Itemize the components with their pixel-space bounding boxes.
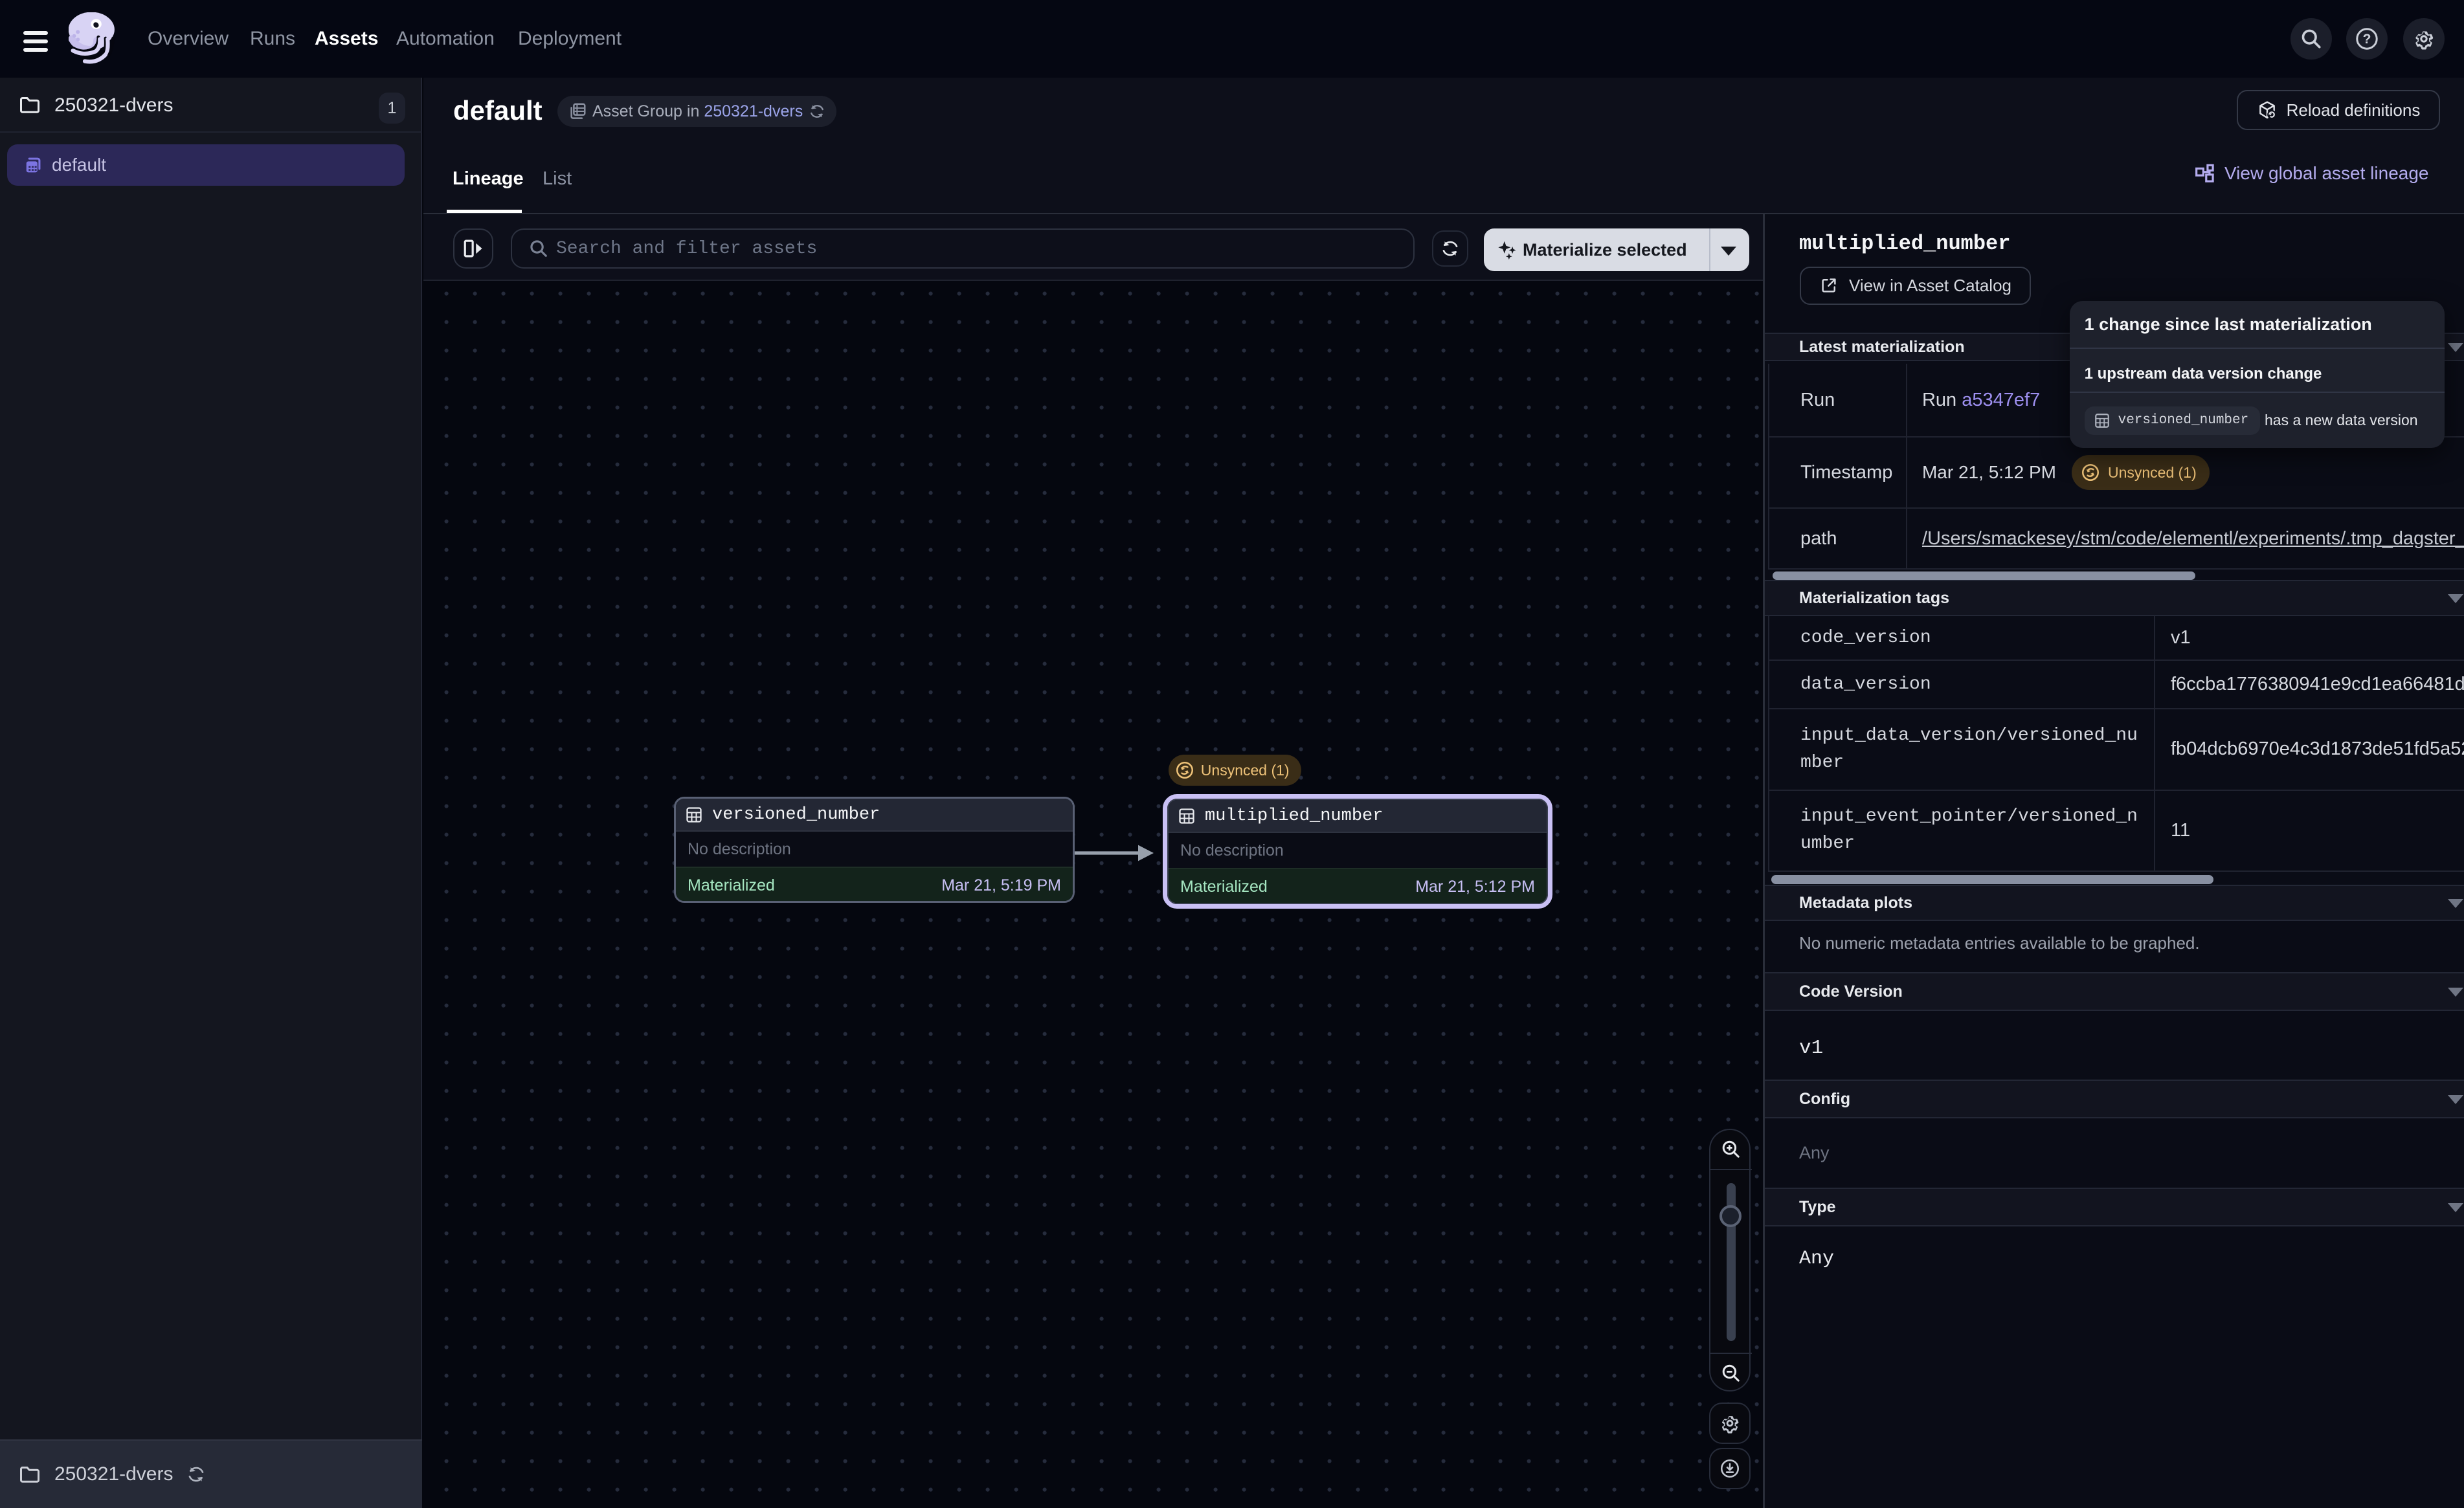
svg-text:?: ? xyxy=(2363,32,2371,47)
